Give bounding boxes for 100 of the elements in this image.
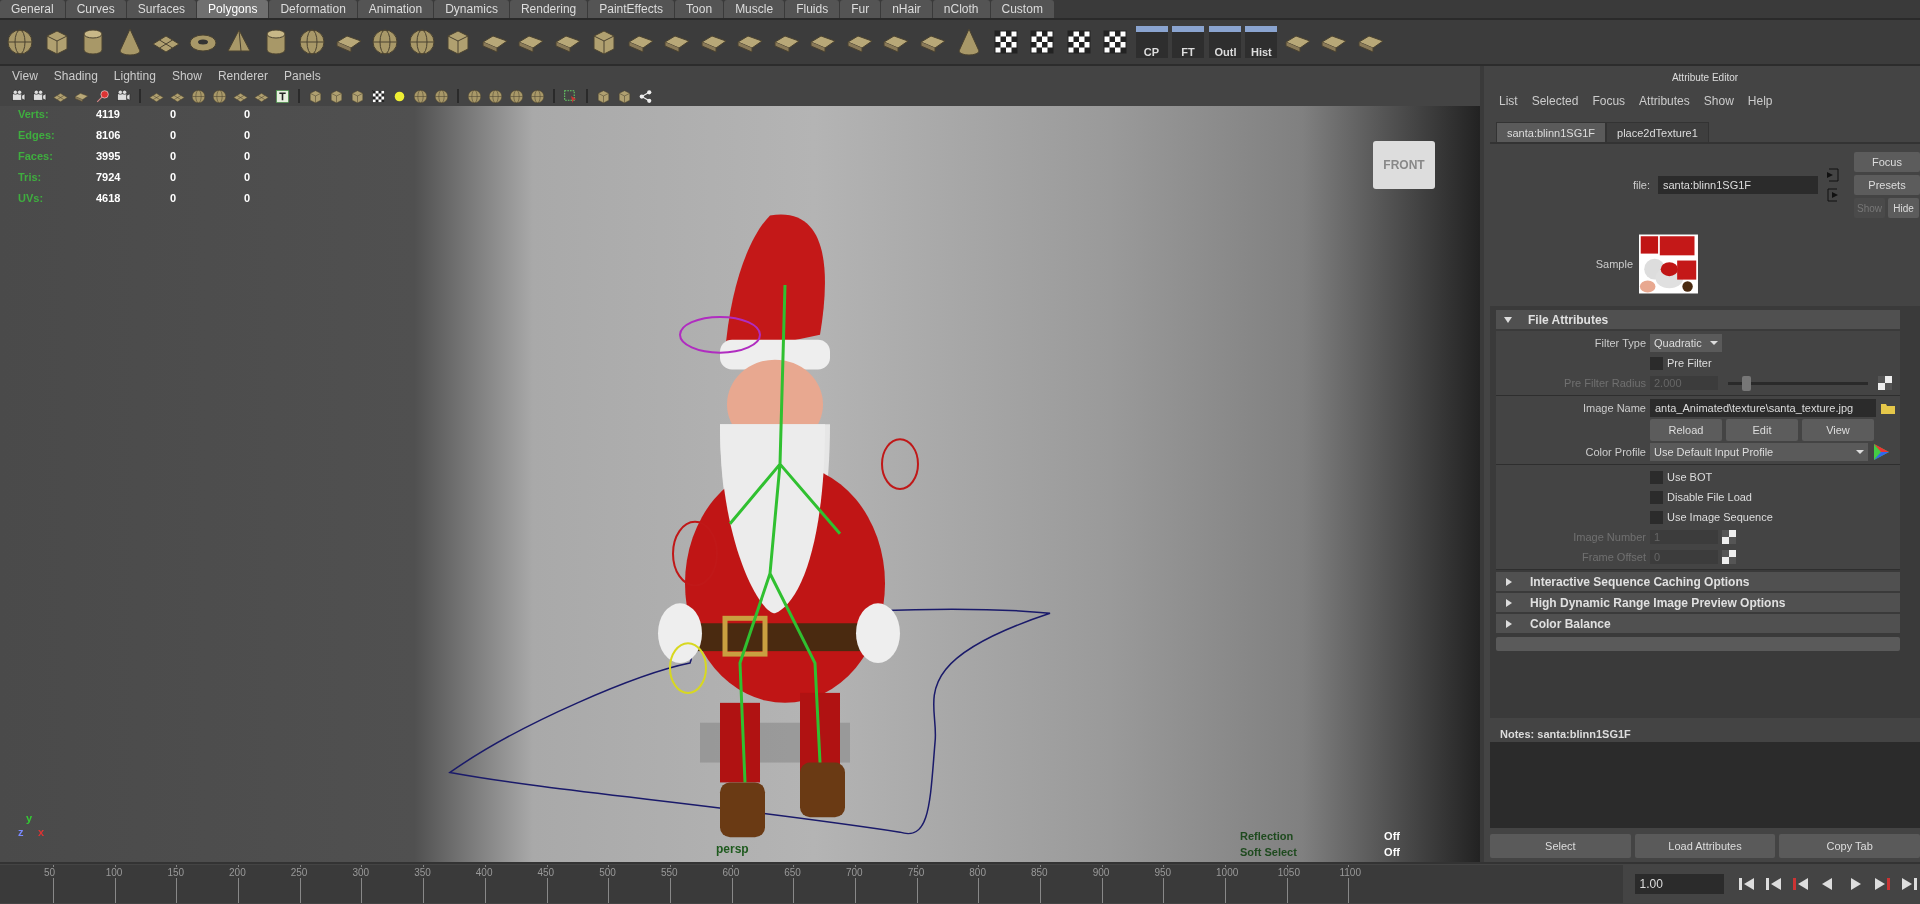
node-tab[interactable]: place2dTexture1 [1606, 122, 1709, 142]
frame-tick-label: 950 [1154, 867, 1172, 878]
share-icon[interactable] [637, 87, 654, 105]
cube-icon[interactable] [616, 87, 633, 105]
shelf-tab[interactable]: Dynamics [434, 0, 509, 18]
sphere-icon[interactable] [412, 87, 429, 105]
shelf-tab[interactable]: PaintEffects [588, 0, 675, 18]
frame-tick-label: 150 [167, 867, 185, 878]
stat-value: 0 [244, 150, 252, 162]
image-path-field[interactable]: anta_Animated\texture\santa_texture.jpg [1650, 399, 1876, 417]
shelf-tab[interactable]: Surfaces [126, 0, 197, 18]
map-checker-icon[interactable] [1878, 376, 1892, 390]
time-ruler[interactable]: 50 100 150 200 250 300 350 400 450 500 550 600 650 700 750 800 850 900 950 1000 1050 1100 [0, 865, 1623, 903]
file-name-field[interactable]: santa:blinn1SG1F [1658, 176, 1818, 194]
sphere-icon[interactable] [433, 87, 450, 105]
section-header[interactable]: High Dynamic Range Image Preview Options [1496, 593, 1900, 612]
sphere-icon[interactable] [529, 87, 546, 105]
attribute-label: Filter Type [1593, 337, 1646, 349]
side-button[interactable]: Presets [1854, 175, 1920, 195]
frame-tick-label: 450 [537, 867, 555, 878]
shelf-tab[interactable]: Fur [840, 0, 881, 18]
panel-title: Attribute Editor [1671, 71, 1739, 83]
current-frame-field[interactable]: 1.00 [1634, 874, 1724, 894]
shelf-button[interactable]: FT [1172, 26, 1204, 58]
side-button[interactable]: Hide [1888, 198, 1919, 218]
field-label: file: [1632, 179, 1650, 191]
shelf-tab[interactable]: nHair [881, 0, 932, 18]
checkbox[interactable] [1650, 490, 1663, 504]
sphere-icon[interactable] [508, 87, 525, 105]
frame-tick-label: 650 [784, 867, 801, 878]
shelf-tab[interactable]: Muscle [724, 0, 785, 18]
checkbox[interactable] [1650, 356, 1663, 370]
notes-field[interactable] [1490, 742, 1920, 828]
cube-icon[interactable] [595, 87, 612, 105]
viewport-menu[interactable]: View [4, 69, 46, 83]
shelf-button[interactable]: CP [1135, 26, 1168, 58]
shelf-tab[interactable]: Toon [675, 0, 724, 18]
checkbox[interactable] [1650, 510, 1663, 524]
shelf-tab[interactable]: Polygons [197, 0, 269, 18]
shelf-button[interactable]: Hist [1245, 26, 1277, 58]
editor-button[interactable]: Load Attributes [1634, 834, 1776, 858]
menu-item[interactable]: Attributes [1632, 94, 1697, 108]
menu-item[interactable]: Show [1696, 94, 1741, 108]
sphere-icon[interactable] [190, 87, 207, 105]
map-checker-icon[interactable] [1722, 550, 1736, 564]
menu-item[interactable]: Selected [1524, 94, 1586, 108]
checker-icon[interactable] [370, 87, 387, 105]
cube-icon[interactable] [349, 87, 366, 105]
menu-item[interactable]: Focus [1585, 94, 1633, 108]
sphere-icon[interactable] [466, 87, 483, 105]
checkbox-label: Pre Filter [1667, 357, 1712, 369]
cube-icon[interactable] [307, 87, 324, 105]
color-wheel-icon[interactable] [1872, 443, 1890, 461]
viewport-menu[interactable]: Shading [45, 69, 106, 83]
shelf-button[interactable]: Outl [1208, 26, 1241, 58]
sphere-icon[interactable] [211, 87, 228, 105]
viewport-menu[interactable]: Show [163, 69, 210, 83]
shelf-tab[interactable]: General [0, 0, 65, 18]
shelf-tab[interactable]: nCloth [932, 0, 990, 18]
shelf-tab[interactable]: Rendering [509, 0, 588, 18]
text-icon[interactable] [274, 87, 291, 105]
attribute-label: Color Profile [1584, 446, 1646, 458]
shelf-tab[interactable]: Curves [65, 0, 126, 18]
shelf-tab[interactable]: Fluids [785, 0, 840, 18]
section-header[interactable]: Interactive Sequence Caching Options [1496, 572, 1900, 591]
input-connection-icon[interactable] [1826, 168, 1840, 182]
image-action-button[interactable]: Edit [1726, 419, 1798, 441]
viewport-menu[interactable]: Lighting [105, 69, 164, 83]
stat-value: 0 [170, 150, 178, 162]
editor-button[interactable]: Select [1490, 834, 1631, 858]
pin-icon[interactable] [94, 87, 111, 105]
image-action-button[interactable]: Reload [1650, 419, 1722, 441]
side-button[interactable]: Focus [1854, 152, 1920, 172]
shelf-tab[interactable]: Animation [357, 0, 434, 18]
section-header[interactable]: Color Balance [1496, 614, 1900, 633]
editor-button[interactable]: Copy Tab [1779, 834, 1920, 858]
filter-type-dropdown[interactable]: Quadratic [1650, 334, 1722, 352]
section-header[interactable]: File Attributes [1496, 310, 1900, 329]
stat-value: 0 [170, 129, 178, 141]
stat-value: 0 [170, 192, 178, 204]
folder-icon[interactable] [1880, 401, 1896, 415]
menu-item[interactable]: List [1492, 94, 1525, 108]
frame-tick-label: 550 [660, 867, 678, 878]
viewport-menu[interactable]: Panels [275, 69, 329, 83]
color-profile-dropdown[interactable]: Use Default Input Profile [1650, 443, 1868, 461]
frame-tick-label: 400 [475, 867, 493, 878]
map-checker-icon[interactable] [1722, 530, 1736, 544]
horizontal-scrollbar[interactable] [1496, 637, 1900, 651]
stat-value: 0 [244, 129, 252, 141]
frame-tick-label: 800 [969, 867, 986, 878]
shelf-tab[interactable]: Custom [990, 0, 1054, 18]
shelf-tab[interactable]: Deformation [269, 0, 357, 18]
frame-tick-label: 750 [907, 867, 925, 878]
menu-item[interactable]: Help [1740, 94, 1780, 108]
checkbox[interactable] [1650, 470, 1663, 484]
sphere-icon[interactable] [487, 87, 504, 105]
image-action-button[interactable]: View [1802, 419, 1874, 441]
cube-icon[interactable] [328, 87, 345, 105]
node-tab[interactable]: santa:blinn1SG1F [1496, 122, 1607, 142]
viewport-menu[interactable]: Renderer [209, 69, 276, 83]
